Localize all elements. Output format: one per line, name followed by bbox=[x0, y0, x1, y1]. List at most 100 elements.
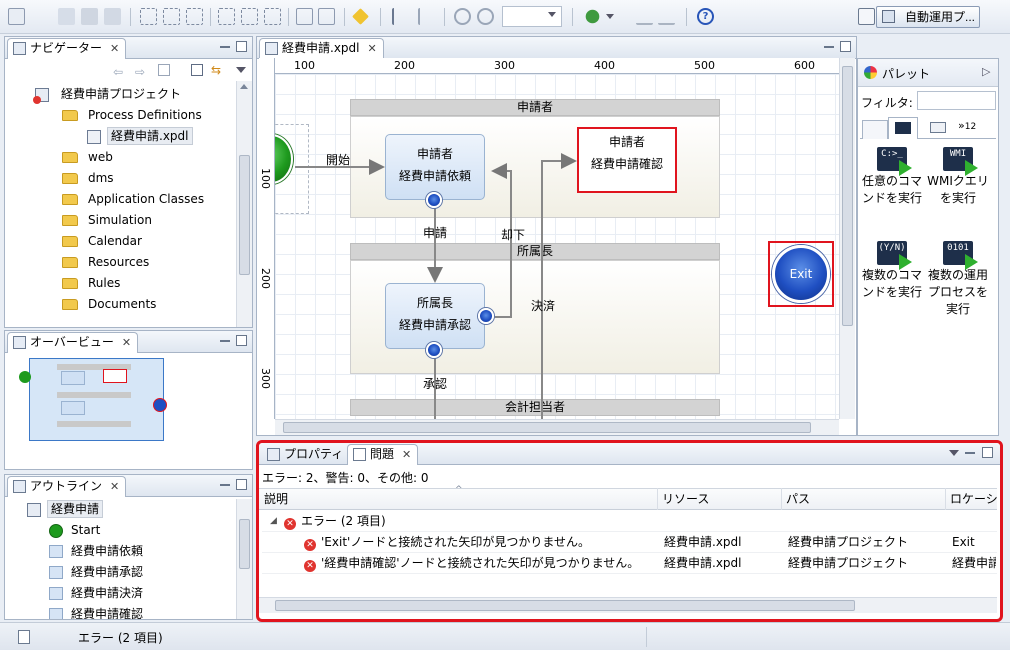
outline-item-settle[interactable]: 経費申請決済 bbox=[49, 583, 143, 604]
problems-group-row[interactable]: ◢ ✕ エラー (2 項目) bbox=[262, 511, 997, 532]
process-diagram-canvas[interactable]: 申請者 所属長 会計担当者 申請者 経費申請依頼 申請者 経費申請確認 所属長 … bbox=[275, 74, 839, 419]
overview-canvas[interactable] bbox=[9, 356, 167, 466]
more-tabs-button[interactable]: »12 bbox=[958, 119, 976, 132]
view-menu-icon[interactable] bbox=[949, 450, 959, 456]
print-icon[interactable] bbox=[104, 8, 121, 25]
tree-item-rules[interactable]: Rules bbox=[62, 273, 120, 294]
minimize-icon[interactable] bbox=[965, 452, 975, 454]
layout-icon[interactable] bbox=[140, 8, 157, 25]
forward-arrow-icon[interactable]: ⇨ bbox=[135, 65, 145, 79]
open-perspective-icon[interactable] bbox=[858, 8, 875, 25]
tree-item-resources[interactable]: Resources bbox=[62, 252, 149, 273]
forward-icon[interactable] bbox=[658, 8, 675, 25]
fast-view-icon[interactable] bbox=[18, 630, 30, 644]
tab-properties[interactable]: プロパティ bbox=[261, 444, 350, 465]
distribute-icon[interactable] bbox=[296, 8, 313, 25]
expand-triangle-icon[interactable]: ◢ bbox=[270, 511, 277, 532]
tree-item-dms[interactable]: dms bbox=[62, 168, 114, 189]
scroll-thumb[interactable] bbox=[842, 66, 853, 326]
tab-overview[interactable]: オーバービュー ✕ bbox=[7, 332, 139, 353]
tree-item-project[interactable]: 経費申請プロジェクト bbox=[33, 84, 181, 105]
back-arrow-icon[interactable]: ⇦ bbox=[113, 65, 123, 79]
problems-hscrollbar[interactable] bbox=[259, 597, 997, 613]
tab-palette-command[interactable] bbox=[888, 117, 918, 139]
perspective-button[interactable]: 自動運用プ... bbox=[876, 6, 980, 28]
outline-item-request[interactable]: 経費申請依頼 bbox=[49, 541, 143, 562]
minimize-icon[interactable] bbox=[220, 340, 230, 342]
close-icon[interactable]: ✕ bbox=[368, 39, 377, 58]
zoom-in-icon[interactable] bbox=[454, 8, 471, 25]
tab-outline[interactable]: アウトライン ✕ bbox=[7, 476, 127, 497]
layout-icon[interactable] bbox=[186, 8, 203, 25]
new-file-icon[interactable] bbox=[8, 8, 25, 25]
zoom-out-icon[interactable] bbox=[477, 8, 494, 25]
navigator-scrollbar[interactable] bbox=[236, 81, 252, 327]
edge-settle[interactable] bbox=[541, 153, 577, 419]
outline-root[interactable]: 経費申請 bbox=[27, 499, 104, 520]
editor-hscrollbar[interactable] bbox=[275, 419, 839, 435]
maximize-icon[interactable] bbox=[840, 41, 851, 52]
scroll-up-icon[interactable] bbox=[240, 84, 248, 89]
maximize-icon[interactable] bbox=[982, 447, 993, 458]
scroll-thumb[interactable] bbox=[275, 600, 855, 611]
mail-icon[interactable] bbox=[930, 122, 946, 133]
activity-port[interactable] bbox=[478, 308, 494, 324]
outline-scrollbar[interactable] bbox=[236, 499, 252, 619]
palette-entry-wmi-query[interactable]: WMI WMIクエリを実行 bbox=[926, 147, 990, 207]
palette-entry-multiple-commands[interactable]: (Y/N) 複数のコマンドを実行 bbox=[860, 241, 924, 301]
help-icon[interactable]: ? bbox=[697, 8, 714, 25]
tree-item-xpdl[interactable]: 経費申請.xpdl bbox=[87, 126, 193, 147]
scroll-thumb[interactable] bbox=[239, 519, 250, 569]
activity-request[interactable]: 申請者 経費申請依頼 bbox=[385, 134, 485, 200]
outline-item-confirm[interactable]: 経費申請確認 bbox=[49, 604, 143, 619]
tree-item-web[interactable]: web bbox=[62, 147, 113, 168]
tree-item-simulation[interactable]: Simulation bbox=[62, 210, 152, 231]
exit-node[interactable]: Exit bbox=[772, 245, 830, 303]
maximize-icon[interactable] bbox=[236, 479, 247, 490]
problem-row[interactable]: ✕ '経費申請確認'ノードと接続された矢印が見つかりません。 経費申請.xpdl … bbox=[262, 553, 997, 574]
filter-input[interactable] bbox=[917, 91, 996, 110]
minimize-icon[interactable] bbox=[220, 46, 230, 48]
column-header-location[interactable]: ロケーシ bbox=[946, 488, 997, 510]
edge-reject[interactable] bbox=[491, 163, 512, 318]
minimize-icon[interactable] bbox=[824, 46, 834, 48]
cut-icon[interactable] bbox=[58, 8, 75, 25]
close-icon[interactable]: ✕ bbox=[110, 477, 119, 496]
palette-entry-any-command[interactable]: C:>_ 任意のコマンドを実行 bbox=[860, 147, 924, 207]
select-arrow-icon[interactable] bbox=[418, 8, 435, 25]
chevron-down-icon[interactable] bbox=[548, 12, 556, 17]
back-icon[interactable] bbox=[636, 8, 653, 25]
palette-entry-multiple-processes[interactable]: 0101 複数の運用プロセスを実行 bbox=[926, 241, 990, 318]
save-icon[interactable] bbox=[81, 8, 98, 25]
scroll-thumb[interactable] bbox=[283, 422, 811, 433]
close-icon[interactable]: ✕ bbox=[122, 333, 131, 352]
scroll-thumb[interactable] bbox=[239, 155, 250, 275]
tab-editor-xpdl[interactable]: 経費申請.xpdl ✕ bbox=[259, 38, 384, 59]
outline-item-start[interactable]: Start bbox=[49, 520, 100, 541]
activity-confirm[interactable]: 申請者 経費申請確認 bbox=[577, 127, 677, 193]
distribute-icon[interactable] bbox=[318, 8, 335, 25]
editor-vscrollbar[interactable] bbox=[839, 58, 855, 419]
maximize-icon[interactable] bbox=[236, 335, 247, 346]
tree-item-calendar[interactable]: Calendar bbox=[62, 231, 142, 252]
activity-approve[interactable]: 所属長 経費申請承認 bbox=[385, 283, 485, 349]
activity-port[interactable] bbox=[426, 342, 442, 358]
layout-icon[interactable] bbox=[163, 8, 180, 25]
close-icon[interactable]: ✕ bbox=[110, 39, 119, 58]
tree-item-documents[interactable]: Documents bbox=[62, 294, 156, 315]
align-icon[interactable] bbox=[241, 8, 258, 25]
link-editor-icon[interactable]: ⇆ bbox=[211, 63, 221, 77]
tab-palette-general[interactable] bbox=[862, 120, 888, 139]
viewport-rectangle[interactable] bbox=[29, 358, 164, 441]
up-folder-icon[interactable] bbox=[158, 64, 170, 76]
outline-item-approve[interactable]: 経費申請承認 bbox=[49, 562, 143, 583]
chevron-right-icon[interactable]: ▷ bbox=[982, 65, 990, 78]
tree-item-application-classes[interactable]: Application Classes bbox=[62, 189, 204, 210]
column-header-path[interactable]: パス bbox=[782, 488, 946, 510]
view-menu-icon[interactable] bbox=[236, 67, 246, 73]
debug-icon[interactable] bbox=[585, 9, 600, 24]
align-icon[interactable] bbox=[218, 8, 235, 25]
connection-icon[interactable] bbox=[392, 8, 409, 25]
collapse-all-icon[interactable] bbox=[191, 64, 203, 76]
validate-icon[interactable] bbox=[352, 8, 369, 25]
